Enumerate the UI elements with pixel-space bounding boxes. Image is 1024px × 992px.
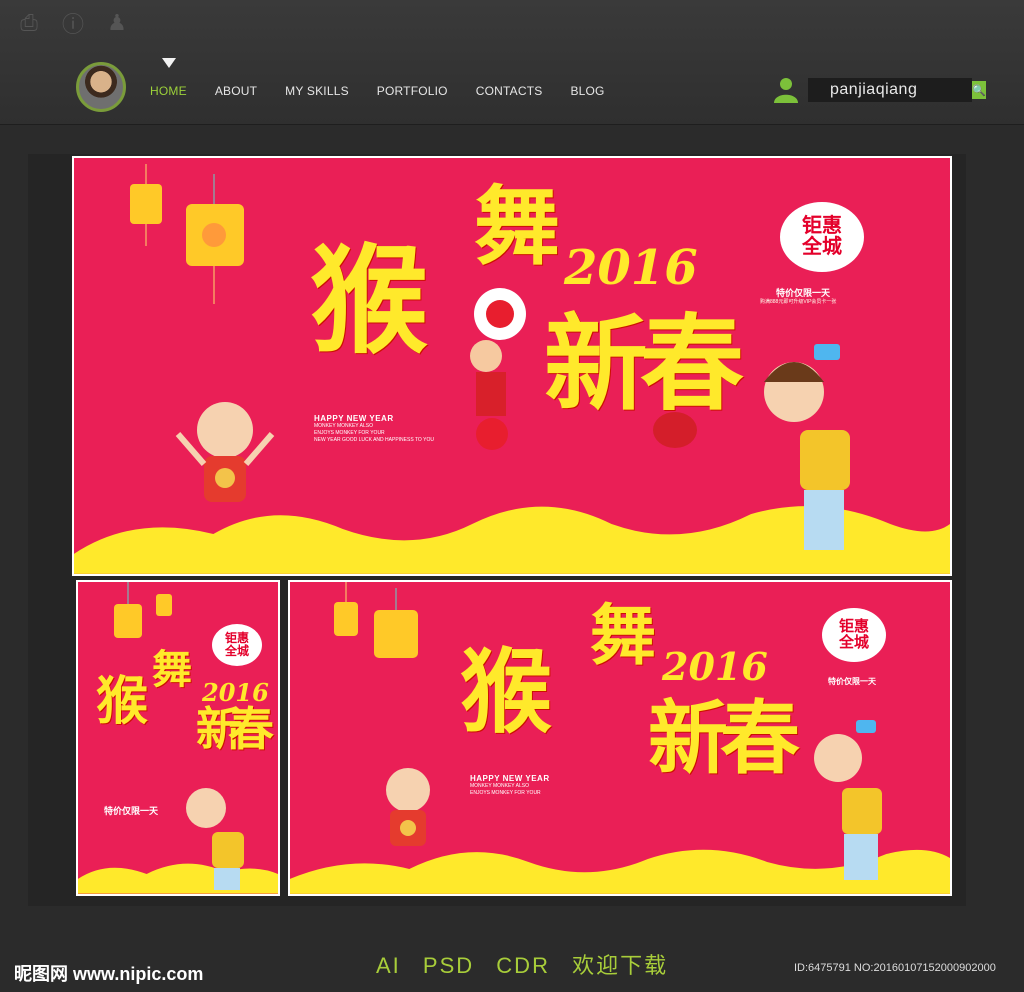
search-icon[interactable]: 🔍 xyxy=(972,81,986,99)
lantern-medium-icon xyxy=(334,582,418,658)
title-char-2: 舞 xyxy=(474,176,560,277)
medium-title-char-1: 猴 xyxy=(460,638,553,746)
medium-hny-line-2: ENJOYS MONKEY FOR YOUR xyxy=(470,790,541,796)
year-text: 2016 xyxy=(564,240,698,296)
banner-large[interactable]: 猴 舞 2016 新 春 HAPPY NEW YEAR MONKEY MONKE… xyxy=(72,156,952,576)
title-char-4: 春 xyxy=(640,302,745,425)
medium-promo-text: 特价仅限一天 xyxy=(828,677,876,686)
small-title-char-2: 舞 xyxy=(152,646,192,693)
title-char-3: 新 xyxy=(544,302,649,425)
promo-bubble-text: 钜惠 全城 xyxy=(802,215,842,258)
format-psd: PSD xyxy=(422,953,475,978)
info-icon[interactable]: ⓘ xyxy=(60,10,86,37)
medium-hny-line-1: MONKEY MONKEY ALSO xyxy=(470,783,530,789)
medium-title-char-2: 舞 xyxy=(590,596,656,674)
nav-caret-icon xyxy=(162,58,176,68)
medium-year-text: 2016 xyxy=(662,644,768,689)
nav-home[interactable]: HOME xyxy=(150,84,187,98)
small-cartoon-girl-icon xyxy=(186,788,244,890)
main-nav: HOME ABOUT MY SKILLS PORTFOLIO CONTACTS … xyxy=(150,84,605,98)
cartoon-boy-icon xyxy=(175,402,275,502)
watermark-id: ID:6475791 NO:20160107152000902000 xyxy=(794,962,996,974)
search-input[interactable] xyxy=(808,80,966,100)
avatar[interactable] xyxy=(76,62,126,112)
nav-contacts[interactable]: CONTACTS xyxy=(476,84,543,98)
toolbar-icons: ⎙ ⓘ ♟ xyxy=(16,10,130,37)
title-char-1: 猴 xyxy=(310,231,429,370)
search-box: 🔍 xyxy=(808,78,986,102)
top-bar: ⎙ ⓘ ♟ HOME ABOUT MY SKILLS PORTFOLIO CON… xyxy=(0,0,1024,125)
small-promo-text: 特价仅限一天 xyxy=(104,806,159,816)
hny-line-3: NEW YEAR GOOD LUCK AND HAPPINESS TO YOU xyxy=(314,437,434,443)
promo-small-text: 购满888元即可升级VIP会员卡一张 xyxy=(760,299,837,305)
nav-my-skills[interactable]: MY SKILLS xyxy=(285,84,349,98)
small-title-char-4: 春 xyxy=(228,702,274,756)
format-cdr: CDR xyxy=(496,953,550,978)
medium-cartoon-girl-icon xyxy=(814,720,882,880)
medium-promo-bubble: 钜惠 全城 xyxy=(822,608,886,662)
group-icon[interactable]: ♟ xyxy=(104,10,130,36)
hny-title: HAPPY NEW YEAR xyxy=(314,414,394,423)
nav-blog[interactable]: BLOG xyxy=(570,84,604,98)
lantern-icon xyxy=(130,164,244,304)
watermark-logo: 昵图网 www.nipic.com xyxy=(14,964,204,984)
hny-line-2: ENJOYS MONKEY FOR YOUR xyxy=(314,430,385,436)
lion-dance-icon xyxy=(470,288,526,450)
medium-title-char-3: 新 xyxy=(648,691,728,785)
promo-bubble: 钜惠 全城 xyxy=(780,202,864,272)
medium-promo-bubble-text: 钜惠 全城 xyxy=(838,618,869,651)
user-icon[interactable] xyxy=(772,76,800,104)
banner-medium[interactable]: 猴 舞 2016 新 春 HAPPY NEW YEAR MONKEY MONKE… xyxy=(288,580,952,896)
medium-title-char-4: 春 xyxy=(720,691,800,785)
banner-small[interactable]: 猴 舞 2016 新 春 钜惠 全城 特价仅限一天 xyxy=(76,580,280,896)
small-promo-bubble-text: 钜惠 全城 xyxy=(224,631,249,658)
cartoon-girl-icon xyxy=(764,344,850,550)
hny-line-1: MONKEY MONKEY ALSO xyxy=(314,423,374,429)
format-ai: AI xyxy=(376,953,401,978)
nav-portfolio[interactable]: PORTFOLIO xyxy=(377,84,448,98)
medium-hny-block: HAPPY NEW YEAR MONKEY MONKEY ALSO ENJOYS… xyxy=(470,774,550,797)
medium-cartoon-boy-icon xyxy=(386,768,430,846)
medium-hny-title: HAPPY NEW YEAR xyxy=(470,774,550,783)
file-formats: AI PSD CDR 欢迎下载 xyxy=(376,948,682,980)
small-promo-bubble: 钜惠 全城 xyxy=(212,624,262,666)
happy-new-year-block: HAPPY NEW YEAR MONKEY MONKEY ALSO ENJOYS… xyxy=(314,414,434,444)
small-title-char-1: 猴 xyxy=(96,671,149,732)
printer-icon[interactable]: ⎙ xyxy=(16,10,42,36)
download-welcome: 欢迎下载 xyxy=(572,953,669,978)
red-lantern-icon xyxy=(653,412,697,448)
nav-about[interactable]: ABOUT xyxy=(215,84,257,98)
